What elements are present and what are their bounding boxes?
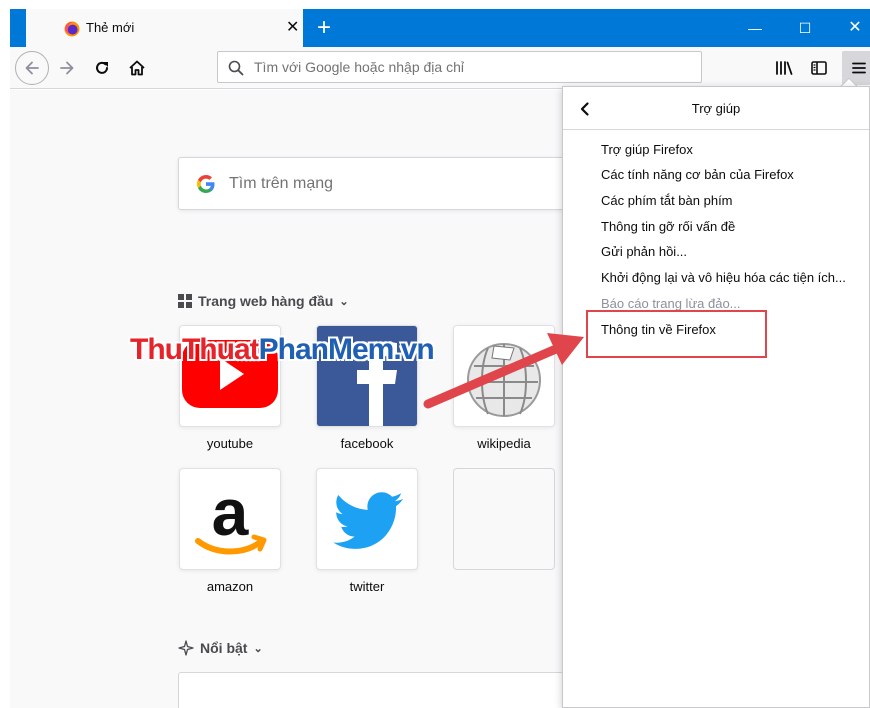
sparkle-icon bbox=[178, 640, 194, 656]
help-menu-panel: Trợ giúp Trợ giúp Firefox Các tính năng … bbox=[562, 86, 870, 708]
top-site-wikipedia[interactable]: wikipedia bbox=[453, 325, 555, 451]
annotation-highlight-box bbox=[586, 310, 767, 358]
title-bar: Thẻ mới ✕ + — ☐ ✕ bbox=[10, 9, 870, 47]
forward-icon bbox=[60, 61, 74, 75]
panel-title: Trợ giúp bbox=[691, 101, 741, 116]
tab-new-tab[interactable]: Thẻ mới ✕ bbox=[26, 9, 303, 47]
search-icon bbox=[228, 60, 244, 76]
tile-label: wikipedia bbox=[477, 436, 531, 451]
web-search-box[interactable]: Tìm trên mạng bbox=[178, 157, 598, 210]
grid-icon bbox=[178, 294, 192, 308]
youtube-thumbnail bbox=[179, 325, 281, 427]
top-sites-title: Trang web hàng đầu bbox=[198, 293, 334, 309]
tile-label: twitter bbox=[349, 579, 385, 594]
amazon-logo-icon: a bbox=[195, 475, 267, 555]
highlights-header[interactable]: Nổi bật ⌄ bbox=[178, 640, 263, 656]
address-bar-placeholder: Tìm với Google hoặc nhập địa chỉ bbox=[254, 59, 464, 75]
menu-item-troubleshooting[interactable]: Thông tin gỡ rối vấn đề bbox=[601, 218, 735, 236]
menu-item-keyboard-shortcuts[interactable]: Các phím tắt bàn phím bbox=[601, 192, 733, 210]
wikipedia-thumbnail bbox=[453, 325, 555, 427]
home-icon bbox=[129, 60, 145, 76]
highlights-title: Nổi bật bbox=[200, 640, 248, 656]
tile-label: youtube bbox=[206, 436, 254, 451]
navigation-toolbar: Tìm với Google hoặc nhập địa chỉ bbox=[10, 47, 870, 89]
twitter-bird-icon bbox=[333, 492, 404, 549]
home-button[interactable] bbox=[120, 51, 154, 85]
chevron-down-icon: ⌄ bbox=[253, 642, 263, 655]
menu-item-submit-feedback[interactable]: Gửi phản hồi... bbox=[601, 243, 687, 261]
back-icon bbox=[25, 61, 39, 75]
amazon-thumbnail: a bbox=[179, 468, 281, 570]
empty-tile bbox=[453, 468, 555, 570]
menu-item-firefox-tour[interactable]: Các tính năng cơ bản của Firefox bbox=[601, 166, 794, 184]
top-site-twitter[interactable]: twitter bbox=[316, 468, 418, 594]
highlight-card[interactable] bbox=[178, 672, 598, 708]
twitter-thumbnail bbox=[316, 468, 418, 570]
web-search-placeholder: Tìm trên mạng bbox=[229, 175, 334, 192]
tab-title: Thẻ mới bbox=[86, 20, 135, 35]
minimize-icon[interactable]: — bbox=[735, 9, 775, 47]
reload-icon bbox=[96, 61, 108, 74]
youtube-logo-icon bbox=[182, 340, 278, 408]
facebook-logo-icon bbox=[317, 326, 417, 426]
menu-item-restart-addons-disabled[interactable]: Khởi động lại và vô hiệu hóa các tiện íc… bbox=[601, 269, 846, 287]
panel-header: Trợ giúp bbox=[563, 87, 869, 130]
reload-button[interactable] bbox=[85, 51, 119, 85]
top-sites-header[interactable]: Trang web hàng đầu ⌄ bbox=[178, 293, 349, 309]
menu-item-firefox-help[interactable]: Trợ giúp Firefox bbox=[601, 141, 693, 159]
wikipedia-globe-icon bbox=[467, 343, 541, 417]
top-site-amazon[interactable]: a amazon bbox=[179, 468, 281, 594]
top-site-facebook[interactable]: facebook bbox=[316, 325, 418, 451]
chevron-down-icon: ⌄ bbox=[339, 295, 349, 308]
maximize-icon[interactable]: ☐ bbox=[785, 9, 825, 47]
tile-label: facebook bbox=[340, 436, 394, 451]
close-window-icon[interactable]: ✕ bbox=[835, 9, 870, 47]
sidebar-icon bbox=[811, 61, 827, 75]
top-site-empty-slot[interactable] bbox=[453, 468, 555, 570]
forward-button[interactable] bbox=[50, 51, 84, 85]
firefox-window: Thẻ mới ✕ + — ☐ ✕ Tìm với Google hoặc nh… bbox=[0, 0, 870, 708]
google-logo-icon bbox=[197, 175, 215, 193]
svg-text:a: a bbox=[212, 475, 250, 549]
tile-label: amazon bbox=[206, 579, 254, 594]
firefox-logo-icon bbox=[64, 21, 80, 37]
library-button[interactable] bbox=[767, 51, 801, 85]
library-icon bbox=[776, 61, 793, 75]
address-bar[interactable]: Tìm với Google hoặc nhập địa chỉ bbox=[217, 51, 702, 83]
new-tab-plus-icon[interactable]: + bbox=[312, 9, 336, 47]
facebook-thumbnail bbox=[316, 325, 418, 427]
sidebar-button[interactable] bbox=[802, 51, 836, 85]
top-site-youtube[interactable]: youtube bbox=[179, 325, 281, 451]
back-button[interactable] bbox=[15, 51, 49, 85]
menu-icon bbox=[852, 62, 866, 74]
close-tab-icon[interactable]: ✕ bbox=[286, 9, 299, 47]
